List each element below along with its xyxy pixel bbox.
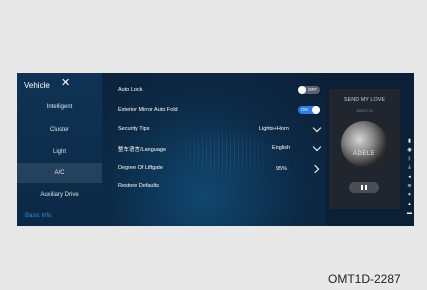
- sidebar-item-intelligent[interactable]: Intelligent: [17, 97, 102, 117]
- close-icon[interactable]: ✕: [61, 78, 70, 89]
- volume-icon: ◂: [408, 174, 411, 180]
- battery-icon: ▬: [407, 210, 412, 216]
- restore-defaults-button[interactable]: Restore Defaults: [118, 183, 159, 189]
- settings-panel: Auto Lock OFF Exterior Mirror Auto Fold …: [102, 73, 326, 226]
- toggle-state-text: OFF: [308, 87, 317, 92]
- toggle-knob: [298, 86, 306, 94]
- chevron-down-icon[interactable]: [312, 123, 322, 133]
- seat-icon: ✶: [407, 192, 412, 198]
- sidebar-item-auxiliary-drive[interactable]: Auxiliary Drive: [17, 185, 102, 205]
- sidebar-item-light[interactable]: Light: [17, 142, 102, 162]
- language-label: 整车语言/Language: [118, 147, 166, 153]
- pause-button[interactable]: [349, 182, 379, 193]
- pause-icon: [365, 185, 367, 190]
- album-art-text: ADELE: [353, 151, 376, 157]
- user-icon: ▴: [408, 201, 411, 207]
- chevron-right-icon[interactable]: [310, 164, 320, 174]
- usb-icon: ⏚: [406, 165, 412, 171]
- sidebar-item-cluster[interactable]: Cluster: [17, 120, 102, 140]
- artist-name: ADELE 21: [356, 109, 373, 113]
- figure-caption: OMT1D-2287: [328, 272, 401, 286]
- toggle-knob: [312, 106, 320, 114]
- song-title: SEND MY LOVE: [343, 97, 386, 103]
- signal-icon: ▮: [408, 138, 411, 144]
- media-player-card: SEND MY LOVE ADELE 21 ADELE: [329, 89, 400, 209]
- security-tips-label: Security Tips: [118, 126, 150, 132]
- sidebar-title: Vehicle: [24, 81, 50, 90]
- auto-lock-toggle[interactable]: OFF: [298, 86, 320, 94]
- liftgate-label: Degree Of Liftgate: [118, 165, 163, 171]
- sidebar-item-ac[interactable]: A/C: [17, 163, 102, 183]
- language-value[interactable]: English: [272, 145, 290, 151]
- liftgate-value: 95%: [276, 166, 288, 172]
- car-visual: [170, 125, 280, 180]
- wifi-icon: ≋: [407, 183, 412, 189]
- camera-icon: ◉: [407, 147, 412, 153]
- sidebar-item-basic-info[interactable]: Basic Info: [17, 206, 110, 226]
- settings-sidebar: Vehicle ✕ Intelligent Cluster Light A/C …: [17, 73, 102, 226]
- auto-lock-label: Auto Lock: [118, 87, 143, 93]
- chevron-down-icon[interactable]: [312, 142, 322, 152]
- bluetooth-icon: ᛒ: [407, 156, 411, 162]
- pause-icon: [361, 185, 363, 190]
- toggle-state-text: ON: [301, 107, 308, 112]
- mirror-fold-toggle[interactable]: ON: [298, 106, 320, 114]
- infotainment-screen: Vehicle ✕ Intelligent Cluster Light A/C …: [17, 73, 414, 226]
- security-tips-value[interactable]: Lights+Horn: [259, 126, 289, 132]
- mirror-fold-label: Exterior Mirror Auto Fold: [118, 107, 178, 113]
- status-bar: ▮ ◉ ᛒ ⏚ ◂ ≋ ✶ ▴ ▬: [405, 139, 414, 219]
- album-art: ADELE: [341, 121, 387, 167]
